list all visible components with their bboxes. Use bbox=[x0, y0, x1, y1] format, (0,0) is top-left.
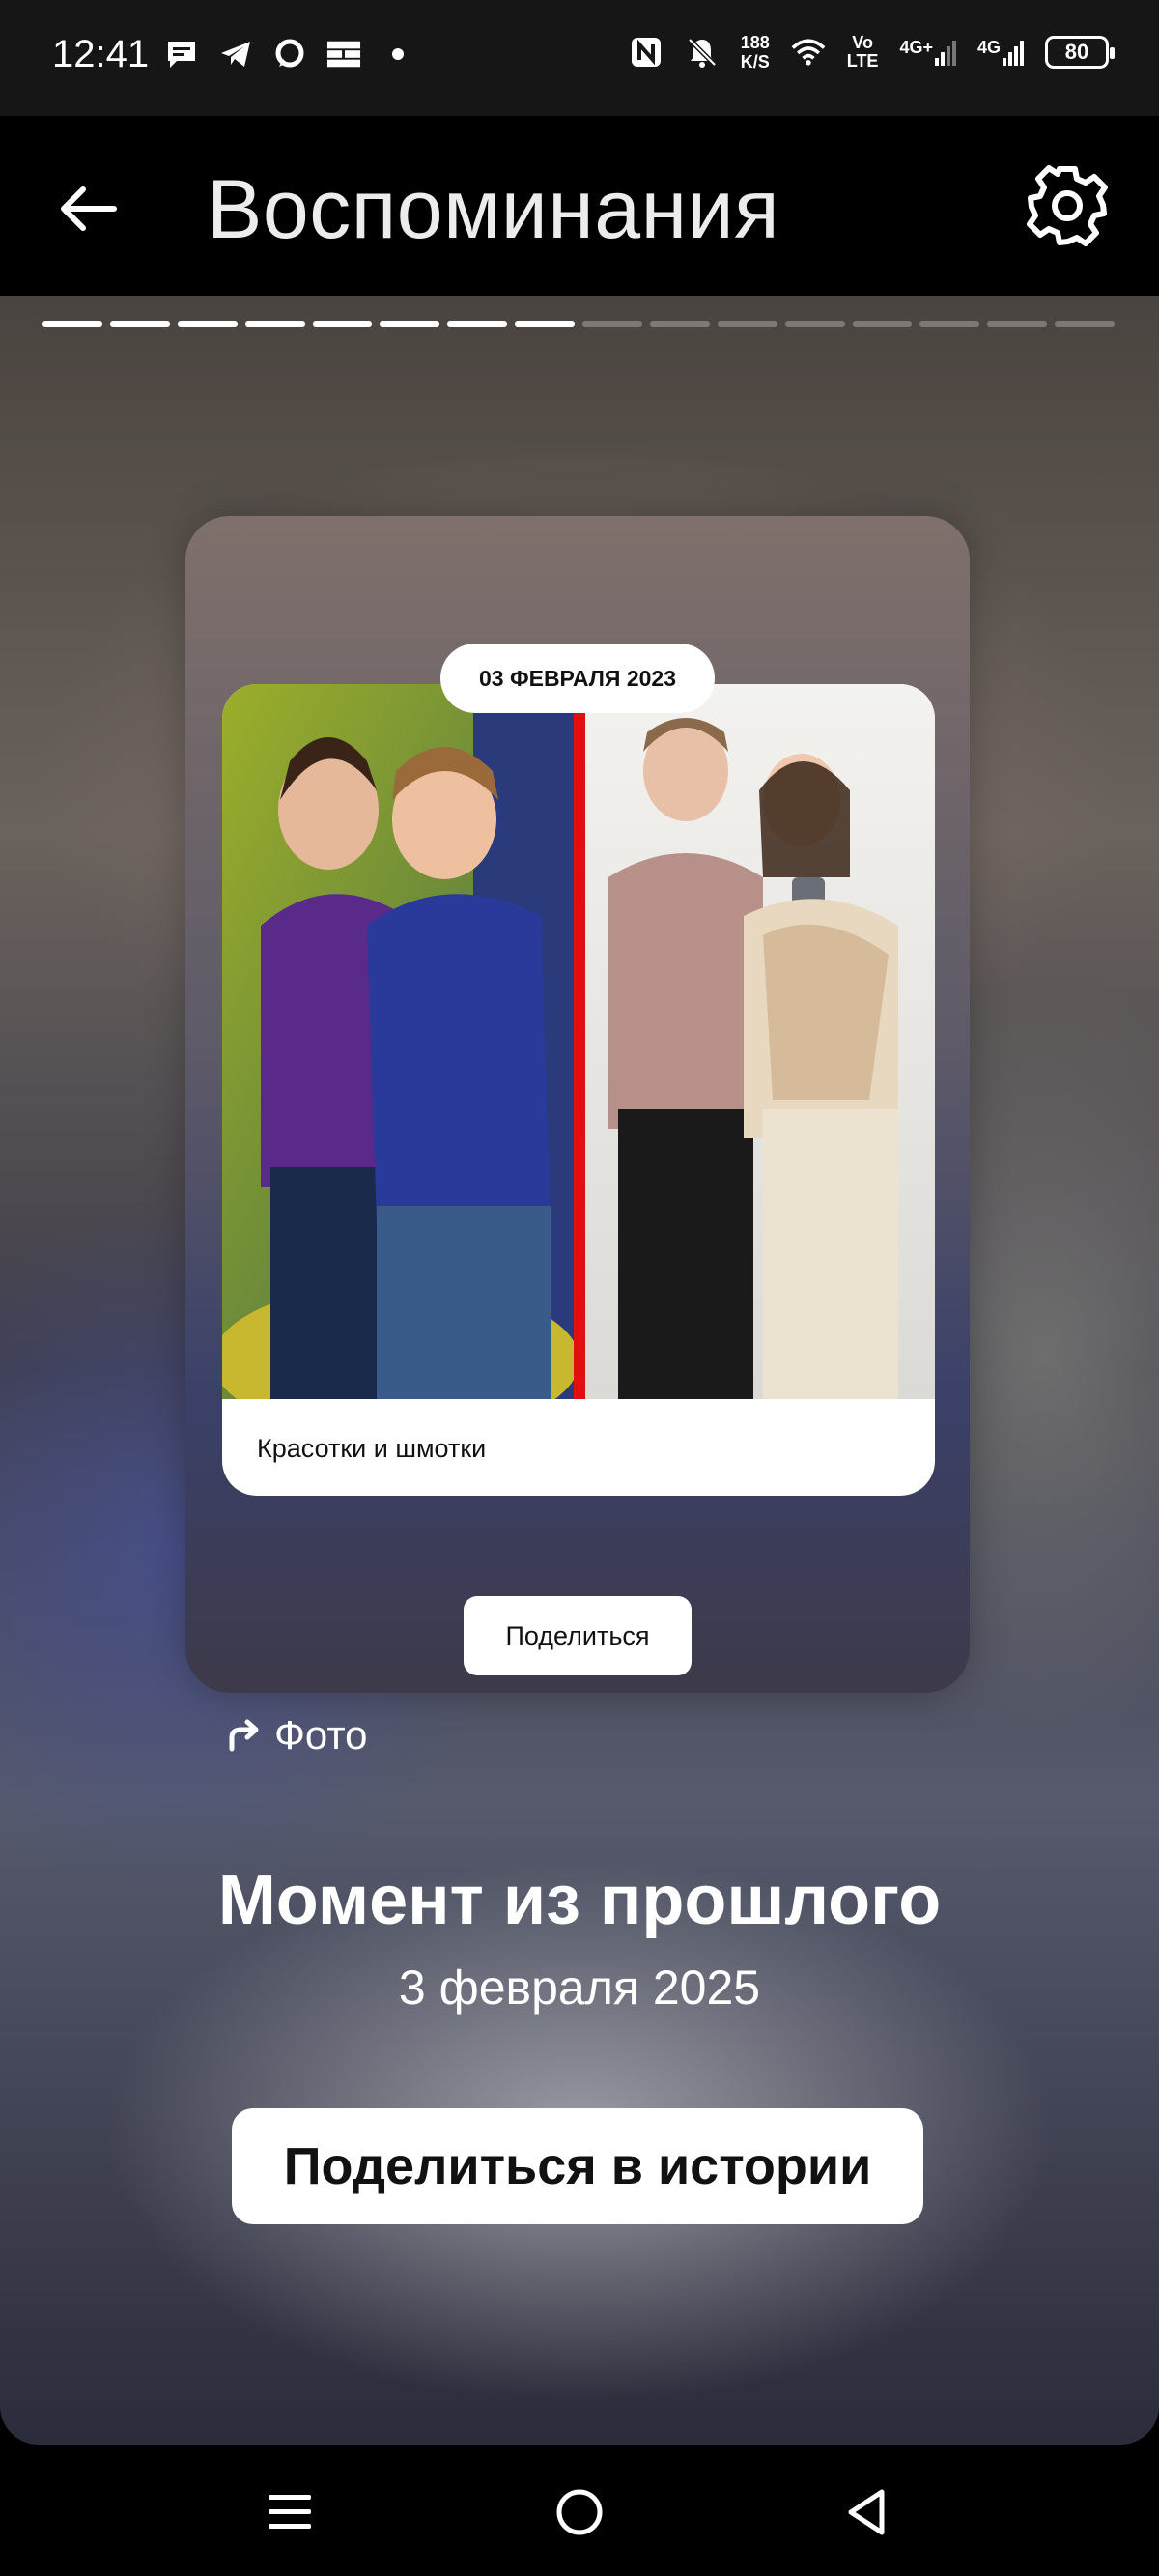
home-button[interactable] bbox=[541, 2474, 618, 2551]
progress-segment bbox=[42, 321, 102, 327]
progress-segment bbox=[919, 321, 980, 327]
battery-indicator: 80 bbox=[1045, 36, 1115, 69]
memory-card: Красотки и шмотки 03 ФЕВРАЛЯ 2023 Подели… bbox=[185, 516, 970, 1693]
network-speed-unit: K/S bbox=[740, 52, 770, 72]
status-bar: 12:41 188 K/S Vo LTE 4G+ 4G 80 bbox=[0, 0, 1159, 116]
memory-story[interactable]: Красотки и шмотки 03 ФЕВРАЛЯ 2023 Подели… bbox=[0, 296, 1159, 2445]
network-speed: 188 K/S bbox=[741, 33, 770, 72]
signal-bars-icon bbox=[1003, 41, 1024, 66]
system-nav-bar bbox=[0, 2445, 1159, 2576]
progress-segment bbox=[717, 321, 777, 327]
memory-headline: Момент из прошлого bbox=[217, 1862, 942, 1939]
progress-segment bbox=[852, 321, 913, 327]
settings-button[interactable] bbox=[1024, 162, 1111, 249]
progress-segment bbox=[447, 321, 508, 327]
post-photo bbox=[222, 684, 935, 1399]
message-icon bbox=[164, 37, 199, 72]
status-right-icons: 188 K/S Vo LTE 4G+ 4G 80 bbox=[629, 33, 1115, 72]
volte-bottom: LTE bbox=[846, 51, 879, 71]
status-left-icons bbox=[164, 37, 415, 72]
progress-segment bbox=[1055, 321, 1115, 327]
recent-apps-button[interactable] bbox=[251, 2474, 328, 2551]
nfc-icon bbox=[629, 35, 664, 70]
triangle-back-icon bbox=[848, 2489, 885, 2535]
share-arrow-icon bbox=[229, 1719, 259, 1752]
progress-segment bbox=[987, 321, 1048, 327]
sim2-signal: 4G bbox=[977, 39, 1024, 66]
network-speed-value: 188 bbox=[740, 33, 770, 52]
battery-level: 80 bbox=[1064, 40, 1089, 64]
post-caption: Красотки и шмотки bbox=[257, 1434, 487, 1463]
progress-segment bbox=[515, 321, 575, 327]
circle-home-icon bbox=[556, 2489, 603, 2535]
bell-off-icon bbox=[685, 35, 720, 70]
progress-segment bbox=[649, 321, 710, 327]
page-title: Воспоминания bbox=[207, 163, 780, 256]
status-time: 12:41 bbox=[52, 33, 150, 75]
back-button[interactable] bbox=[50, 170, 127, 247]
sim1-label: 4G+ bbox=[899, 38, 933, 57]
post-preview[interactable]: Красотки и шмотки bbox=[222, 684, 935, 1496]
progress-segment bbox=[244, 321, 305, 327]
source-label: Фото bbox=[274, 1712, 368, 1758]
progress-segment bbox=[109, 321, 170, 327]
telegram-icon bbox=[218, 37, 253, 72]
sim1-signal: 4G+ bbox=[899, 39, 956, 66]
volte-top: Vo bbox=[852, 33, 873, 52]
progress-segment bbox=[582, 321, 642, 327]
grid-app-icon bbox=[326, 37, 361, 72]
menu-icon bbox=[269, 2495, 311, 2529]
dot-icon bbox=[381, 37, 415, 72]
sim2-label: 4G bbox=[976, 38, 1001, 57]
progress-segment bbox=[312, 321, 373, 327]
source-row[interactable]: Фото bbox=[224, 1712, 368, 1759]
date-pill: 03 ФЕВРАЛЯ 2023 bbox=[440, 644, 715, 713]
progress-segment bbox=[177, 321, 238, 327]
share-to-story-button[interactable]: Поделиться в истории bbox=[232, 2108, 923, 2224]
signal-bars-icon bbox=[934, 41, 956, 66]
arrow-left-icon bbox=[61, 186, 117, 231]
share-button[interactable]: Поделиться bbox=[464, 1596, 692, 1675]
system-back-button[interactable] bbox=[829, 2474, 906, 2551]
progress-segment bbox=[380, 321, 440, 327]
chat-bubble-icon bbox=[272, 37, 307, 72]
wifi-icon bbox=[791, 35, 826, 70]
story-progress bbox=[42, 321, 1115, 327]
progress-segment bbox=[784, 321, 845, 327]
memory-date: 3 февраля 2025 bbox=[398, 1961, 761, 2015]
gear-icon bbox=[1027, 165, 1108, 246]
app-bar: Воспоминания bbox=[0, 116, 1159, 296]
volte-indicator: Vo LTE bbox=[847, 34, 879, 71]
